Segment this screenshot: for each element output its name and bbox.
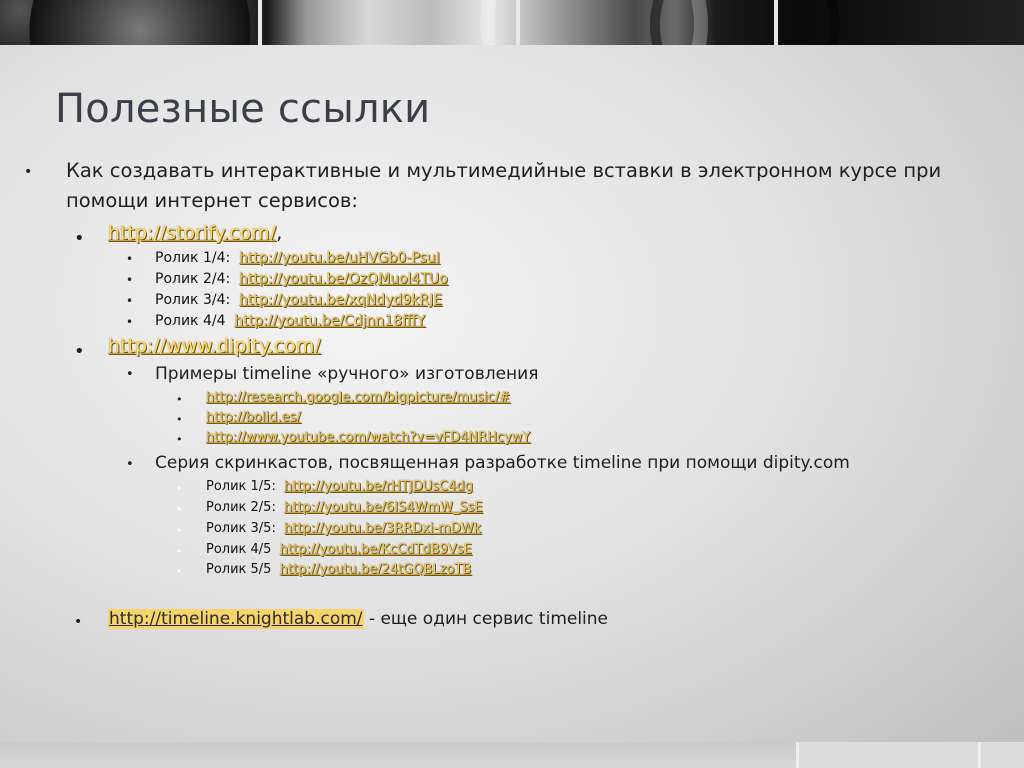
bullet: •	[176, 433, 183, 446]
video-link[interactable]: http://youtu.be/OzQMuol4TUo	[239, 271, 448, 287]
bullet: •	[126, 367, 134, 382]
video-link[interactable]: http://youtu.be/6IS4WmW_SsE	[284, 500, 483, 515]
screencasts-label: Серия скринкастов, посвященная разработк…	[155, 453, 850, 473]
video-link[interactable]: http://youtu.be/3RRDxi-mDWk	[284, 521, 481, 536]
manual-examples-label: Примеры timeline «ручного» изготовления	[155, 364, 539, 384]
dipity-item: http://www.dipity.com/	[108, 335, 321, 357]
bullet: •	[126, 294, 134, 308]
storify-video-4: Ролик 4/4 http://youtu.be/Cdjnn18fffY	[155, 313, 425, 329]
video-link[interactable]: http://youtu.be/uHVGb0-PsuI	[239, 250, 440, 266]
bullet: •	[176, 524, 183, 537]
bullet: •	[74, 614, 83, 630]
video-label: Ролик 4/5	[206, 542, 272, 557]
bullet: •	[176, 565, 183, 578]
screencast-video-3: Ролик 3/5: http://youtu.be/3RRDxi-mDWk	[206, 521, 481, 536]
bullet: •	[176, 545, 183, 558]
knightlab-suffix: - еще один сервис timeline	[363, 609, 609, 629]
storify-video-3: Ролик 3/4: http://youtu.be/xqNdyd9kRJE	[155, 292, 442, 308]
header-banner-image	[0, 0, 1024, 45]
example-link[interactable]: http://research.google.com/bigpicture/mu…	[206, 390, 510, 405]
knightlab-item: http://timeline.knightlab.com/ - еще оди…	[108, 609, 608, 629]
video-link[interactable]: http://youtu.be/xqNdyd9kRJE	[239, 292, 442, 308]
video-link[interactable]: http://youtu.be/24tGQBLzoTB	[280, 562, 472, 577]
footer-block	[796, 742, 979, 768]
video-label: Ролик 2/5:	[206, 500, 276, 515]
storify-suffix: ,	[276, 222, 283, 244]
banner-separator	[516, 0, 520, 45]
footer-strip	[0, 742, 1024, 768]
video-link[interactable]: http://youtu.be/Cdjnn18fffY	[234, 313, 425, 329]
bullet: •	[24, 164, 33, 180]
intro-line-2: помощи интернет сервисов:	[66, 189, 358, 212]
banner-decor-arc	[650, 0, 840, 45]
video-label: Ролик 3/5:	[206, 521, 276, 536]
storify-link[interactable]: http://storify.com/	[108, 222, 276, 244]
bullet: •	[176, 393, 183, 406]
video-label: Ролик 1/4:	[155, 250, 231, 266]
storify-item: http://storify.com/,	[108, 222, 282, 244]
video-label: Ролик 4/4	[155, 313, 226, 329]
dipity-link[interactable]: http://www.dipity.com/	[108, 335, 321, 357]
bullet: •	[176, 413, 183, 426]
storify-video-1: Ролик 1/4: http://youtu.be/uHVGb0-PsuI	[155, 250, 440, 266]
screencast-video-2: Ролик 2/5: http://youtu.be/6IS4WmW_SsE	[206, 500, 483, 515]
storify-video-2: Ролик 2/4: http://youtu.be/OzQMuol4TUo	[155, 271, 448, 287]
banner-separator	[774, 0, 778, 45]
bullet: •	[126, 252, 134, 266]
example-link[interactable]: http://www.youtube.com/watch?v=vFD4NRHcy…	[206, 430, 530, 445]
bullet: •	[126, 457, 134, 472]
knightlab-link[interactable]: http://timeline.knightlab.com/	[108, 609, 364, 629]
video-label: Ролик 2/4:	[155, 271, 231, 287]
video-label: Ролик 3/4:	[155, 292, 231, 308]
manual-example-2: http://bolid.es/	[206, 410, 301, 425]
video-link[interactable]: http://youtu.be/KcCdTdB9VsE	[280, 542, 472, 557]
intro-line-1: Как создавать интерактивные и мультимеди…	[66, 159, 942, 182]
manual-example-1: http://research.google.com/bigpicture/mu…	[206, 390, 510, 405]
bullet: •	[74, 228, 85, 249]
screencast-video-1: Ролик 1/5: http://youtu.be/rHTJDUsC4dg	[206, 479, 473, 494]
video-label: Ролик 5/5	[206, 562, 272, 577]
screencast-video-4: Ролик 4/5 http://youtu.be/KcCdTdB9VsE	[206, 542, 472, 557]
video-link[interactable]: http://youtu.be/rHTJDUsC4dg	[284, 479, 473, 494]
example-link[interactable]: http://bolid.es/	[206, 410, 301, 425]
banner-separator	[258, 0, 262, 45]
bullet: •	[176, 503, 183, 516]
screencast-video-5: Ролик 5/5 http://youtu.be/24tGQBLzoTB	[206, 562, 471, 577]
bullet: •	[126, 315, 134, 329]
bullet: •	[74, 341, 85, 362]
slide-title: Полезные ссылки	[55, 86, 431, 132]
bullet: •	[176, 482, 183, 495]
video-label: Ролик 1/5:	[206, 479, 276, 494]
manual-example-3: http://www.youtube.com/watch?v=vFD4NRHcy…	[206, 430, 530, 445]
bullet: •	[126, 273, 134, 287]
footer-block	[978, 742, 1024, 768]
